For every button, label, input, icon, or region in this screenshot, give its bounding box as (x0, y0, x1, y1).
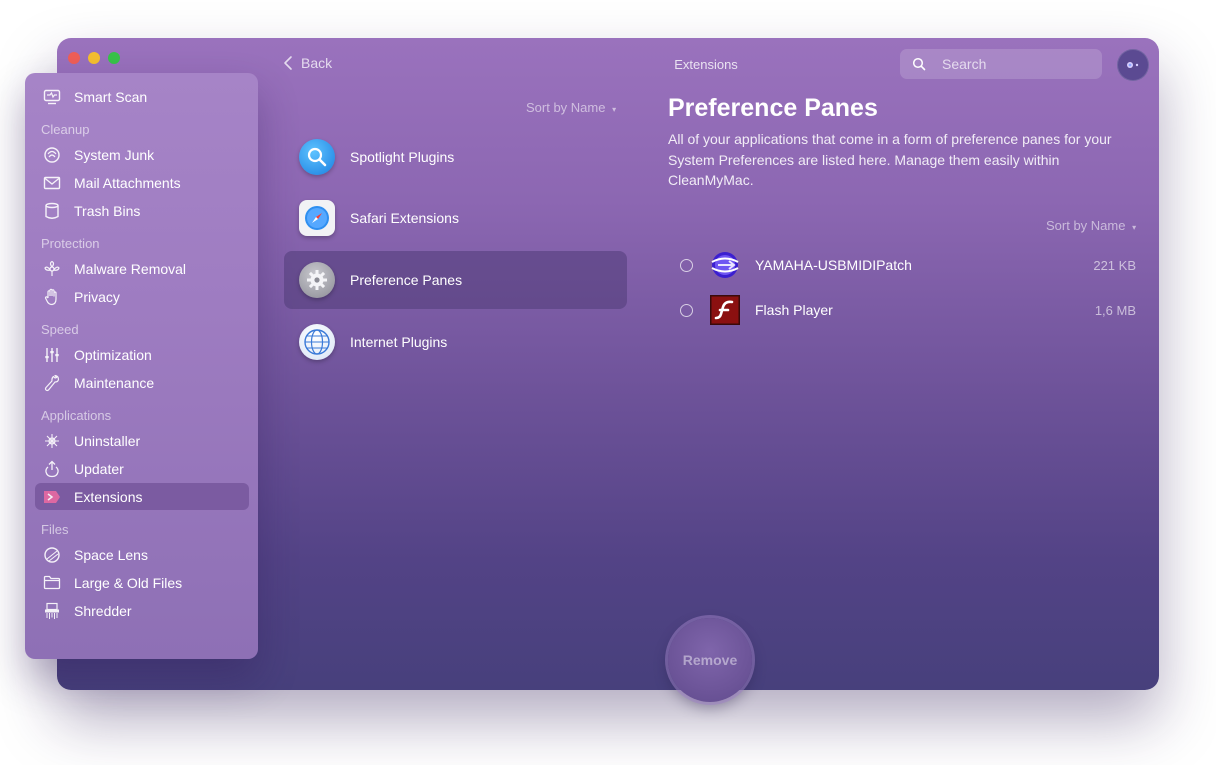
category-label: Preference Panes (350, 272, 463, 288)
category-safari-extensions[interactable]: Safari Extensions (284, 189, 627, 247)
sidebar-item-shredder[interactable]: Shredder (35, 597, 249, 624)
remove-button[interactable]: Remove (668, 618, 752, 702)
zoom-window-button[interactable] (108, 52, 120, 64)
space-lens-icon (43, 546, 61, 564)
sidebar-item-label: Uninstaller (74, 432, 141, 449)
sidebar-section-cleanup: Cleanup (41, 122, 90, 137)
search-box[interactable] (900, 49, 1102, 79)
sidebar-item-label: Trash Bins (74, 202, 141, 219)
search-input[interactable] (940, 55, 1094, 73)
extensions-icon (43, 488, 61, 506)
item-select-radio[interactable] (680, 258, 693, 272)
folder-icon (43, 574, 61, 592)
mail-icon (43, 174, 61, 192)
window-title: Extensions (674, 57, 738, 72)
list-item[interactable]: Flash Player 1,6 MB (672, 292, 1142, 328)
flash-icon (709, 294, 741, 326)
sliders-icon (43, 346, 61, 364)
sidebar-item-uninstaller[interactable]: Uninstaller (35, 427, 249, 454)
sidebar-item-optimization[interactable]: Optimization (35, 341, 249, 368)
shredder-icon (43, 602, 61, 620)
chevron-left-icon (284, 56, 292, 70)
hand-icon (43, 288, 61, 306)
item-size: 1,6 MB (1094, 302, 1136, 318)
list-item[interactable]: YAMAHA-USBMIDIPatch 221 KB (672, 247, 1142, 283)
sidebar-item-label: Maintenance (74, 374, 155, 391)
sidebar-section-speed: Speed (41, 322, 79, 337)
item-name: YAMAHA-USBMIDIPatch (755, 257, 912, 273)
category-label: Safari Extensions (350, 210, 459, 226)
sidebar-item-label: Smart Scan (74, 88, 148, 105)
categories-sort-label: Sort by Name (526, 100, 606, 115)
categories-sort-dropdown[interactable]: Sort by Name ▾ (526, 100, 616, 115)
sidebar-item-privacy[interactable]: Privacy (35, 283, 249, 310)
category-label: Spotlight Plugins (350, 149, 455, 165)
category-spotlight-plugins[interactable]: Spotlight Plugins (284, 128, 627, 186)
gear-icon (299, 262, 335, 298)
globe-icon (299, 324, 335, 360)
wrench-icon (43, 374, 61, 392)
window-controls (68, 52, 120, 64)
assistant-button[interactable] (1117, 49, 1149, 81)
remove-label: Remove (682, 652, 738, 668)
safari-icon (299, 200, 335, 236)
sidebar-item-label: System Junk (74, 146, 155, 163)
sidebar-item-label: Shredder (74, 602, 132, 619)
sidebar-item-label: Optimization (74, 346, 152, 363)
chevron-down-icon: ▾ (1132, 223, 1137, 232)
sidebar-item-mail-attachments[interactable]: Mail Attachments (35, 169, 249, 196)
sidebar-item-large-old-files[interactable]: Large & Old Files (35, 569, 249, 596)
pane-description: All of your applications that come in a … (668, 131, 1112, 188)
spotlight-icon (299, 139, 335, 175)
item-size: 221 KB (1093, 257, 1136, 273)
sidebar-item-label: Extensions (74, 488, 143, 505)
items-sort-dropdown[interactable]: Sort by Name ▾ (1046, 218, 1136, 233)
minimize-window-button[interactable] (88, 52, 100, 64)
smart-scan-icon (43, 88, 61, 106)
sidebar-item-updater[interactable]: Updater (35, 455, 249, 482)
chevron-down-icon: ▾ (612, 105, 617, 114)
sidebar-item-extensions[interactable]: Extensions (35, 483, 249, 510)
assistant-icon (1127, 62, 1139, 68)
search-icon (912, 57, 926, 71)
system-junk-icon (43, 146, 61, 164)
sidebar-section-protection: Protection (41, 236, 100, 251)
sidebar-section-applications: Applications (41, 408, 112, 423)
sidebar-item-label: Large & Old Files (74, 574, 183, 591)
close-window-button[interactable] (68, 52, 80, 64)
updater-icon (43, 460, 61, 478)
trash-icon (43, 202, 61, 220)
sidebar-section-files: Files (41, 522, 69, 537)
sidebar-item-label: Privacy (74, 288, 120, 305)
category-internet-plugins[interactable]: Internet Plugins (284, 313, 627, 371)
sidebar: Smart Scan Cleanup System Junk Mail Atta… (25, 73, 258, 659)
sidebar-item-space-lens[interactable]: Space Lens (35, 541, 249, 568)
items-sort-label: Sort by Name (1046, 218, 1126, 233)
sidebar-item-malware-removal[interactable]: Malware Removal (35, 255, 249, 282)
pane-title: Preference Panes (668, 94, 878, 122)
sidebar-item-label: Updater (74, 460, 124, 477)
yamaha-icon (709, 249, 741, 281)
back-label: Back (301, 55, 333, 71)
sidebar-item-trash-bins[interactable]: Trash Bins (35, 197, 249, 224)
item-name: Flash Player (755, 302, 833, 318)
category-preference-panes[interactable]: Preference Panes (284, 251, 627, 309)
sidebar-item-label: Mail Attachments (74, 174, 181, 191)
sidebar-item-label: Space Lens (74, 546, 148, 563)
back-button[interactable]: Back (283, 55, 332, 71)
item-select-radio[interactable] (680, 303, 693, 317)
sidebar-item-smart-scan[interactable]: Smart Scan (35, 83, 249, 110)
sidebar-item-maintenance[interactable]: Maintenance (35, 369, 249, 396)
biohazard-icon (43, 260, 61, 278)
uninstaller-icon (43, 432, 61, 450)
sidebar-item-system-junk[interactable]: System Junk (35, 141, 249, 168)
sidebar-item-label: Malware Removal (74, 260, 187, 277)
category-label: Internet Plugins (350, 334, 448, 350)
